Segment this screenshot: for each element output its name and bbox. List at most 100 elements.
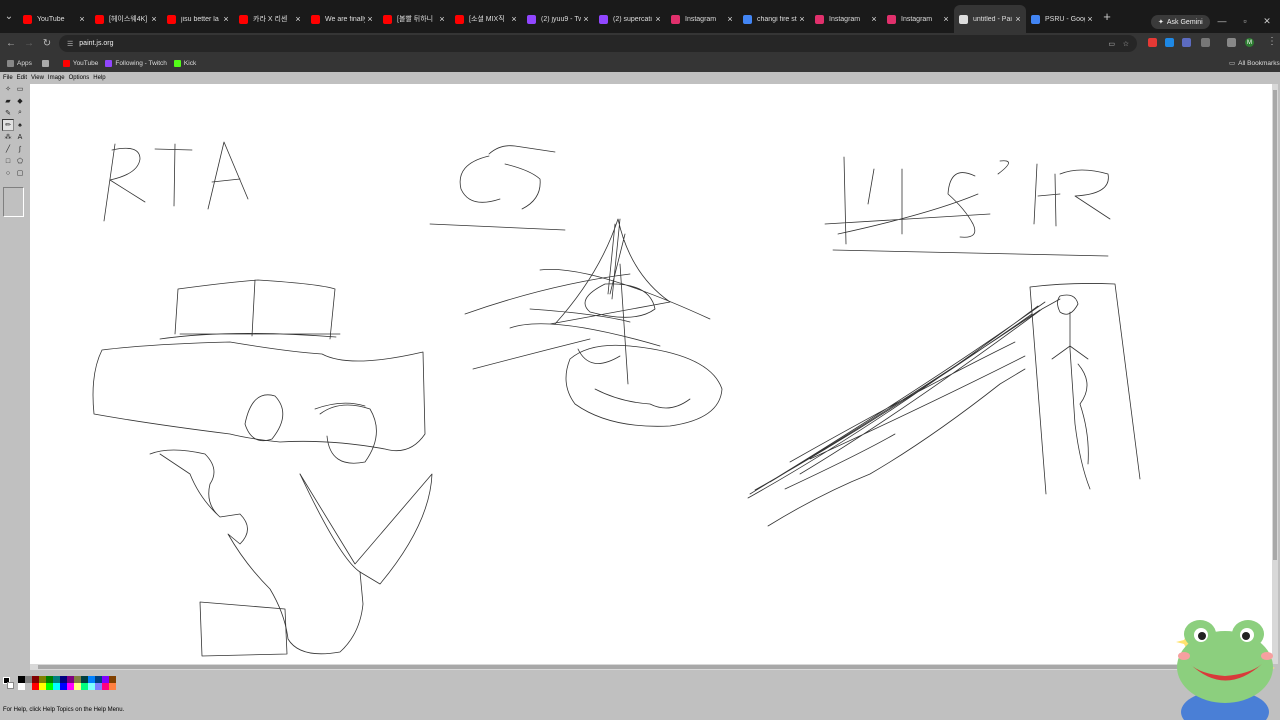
rounded-rect-icon[interactable]: ▢ [14,167,26,179]
brush-icon[interactable]: ♠ [14,119,26,131]
vertical-scrollbar[interactable] [1272,84,1278,664]
color-picker-icon[interactable]: ✎ [2,107,14,119]
color-swatch[interactable] [95,683,102,690]
tab-close-icon[interactable]: × [725,14,735,24]
tab-close-icon[interactable]: × [365,14,375,24]
close-window-icon[interactable]: ✕ [1261,16,1273,27]
scrollbar-thumb[interactable] [38,665,1264,669]
extension-icon[interactable] [1182,38,1191,47]
color-swatch[interactable] [46,683,53,690]
fill-icon[interactable]: ◆ [14,95,26,107]
tab-close-icon[interactable]: × [581,14,591,24]
browser-tab[interactable]: changi fire st × [738,5,810,33]
tab-close-icon[interactable]: × [77,14,87,24]
color-swatch[interactable] [60,683,67,690]
browser-tab[interactable]: (2) jyuu9 - Tw × [522,5,594,33]
tab-close-icon[interactable]: × [869,14,879,24]
menu-image[interactable]: Image [48,75,65,81]
tab-close-icon[interactable]: × [653,14,663,24]
menu-options[interactable]: Options [69,75,90,81]
color-swatch[interactable] [81,683,88,690]
tab-close-icon[interactable]: × [293,14,303,24]
tab-search-icon[interactable]: ⌄ [0,0,18,33]
color-swatch[interactable] [18,676,25,683]
menu-edit[interactable]: Edit [17,75,27,81]
select-icon[interactable]: ▭ [14,83,26,95]
color-swatch[interactable] [88,676,95,683]
color-swatch[interactable] [53,683,60,690]
browser-tab[interactable]: Instagram × [810,5,882,33]
browser-tab[interactable]: YouTube × [18,5,90,33]
color-swatch[interactable] [53,676,60,683]
color-swatch[interactable] [25,676,32,683]
browser-tab[interactable]: jisu better la × [162,5,234,33]
tab-close-icon[interactable]: × [509,14,519,24]
color-swatch[interactable] [74,683,81,690]
rectangle-icon[interactable]: □ [2,155,14,167]
airbrush-icon[interactable]: ⁂ [2,131,14,143]
browser-tab[interactable]: We are finally × [306,5,378,33]
back-icon[interactable]: ← [2,38,20,49]
tab-close-icon[interactable]: × [1013,14,1023,24]
color-swatch[interactable] [67,683,74,690]
tab-close-icon[interactable]: × [149,14,159,24]
bookmark-twitch[interactable]: Following - Twitch [105,59,167,67]
forward-icon[interactable]: → [20,38,38,49]
tab-close-icon[interactable]: × [437,14,447,24]
menu-view[interactable]: View [31,75,44,81]
color-swatch[interactable] [102,676,109,683]
browser-tab[interactable]: Instagram × [882,5,954,33]
browser-tab[interactable]: untitled - Pai × [954,5,1026,33]
extension-icon[interactable] [1165,38,1174,47]
curve-icon[interactable]: ∫ [14,143,26,155]
menu-kebab-icon[interactable]: ⋮ [1263,36,1280,47]
all-bookmarks[interactable]: ▭ All Bookmarks [1229,59,1280,68]
tab-close-icon[interactable]: × [221,14,231,24]
color-swatch[interactable] [32,683,39,690]
polygon-icon[interactable]: ⬠ [14,155,26,167]
media-icon[interactable] [1227,38,1236,47]
color-swatch[interactable] [67,676,74,683]
bookmark-apps[interactable]: Apps [7,59,32,67]
restore-icon[interactable]: ▫ [1239,16,1251,26]
text-icon[interactable]: A [14,131,26,143]
minimize-icon[interactable]: — [1216,16,1228,26]
tool-options-box[interactable] [3,187,24,217]
address-bar[interactable]: ☰ paint.js.org ▭ ☆ [59,35,1137,52]
site-info-icon[interactable]: ☰ [67,40,73,48]
menu-help[interactable]: Help [93,75,105,81]
horizontal-scrollbar[interactable] [30,664,1272,670]
color-swatch[interactable] [74,676,81,683]
color-swatch[interactable] [88,683,95,690]
background-color[interactable] [7,682,14,689]
browser-tab[interactable]: PSRU - Goog × [1026,5,1098,33]
bookmark-star-icon[interactable]: ☆ [1123,40,1129,48]
color-swatch[interactable] [109,683,116,690]
free-select-icon[interactable]: ✧ [2,83,14,95]
bookmark-youtube[interactable]: YouTube [62,59,98,67]
tab-close-icon[interactable]: × [1085,14,1095,24]
reload-icon[interactable]: ↻ [38,38,56,49]
color-swatch[interactable] [81,676,88,683]
current-colors[interactable] [2,676,15,690]
drawing-canvas[interactable] [30,84,1272,664]
browser-tab[interactable]: [볼빨 뒤하니 × [378,5,450,33]
color-swatch[interactable] [18,683,25,690]
browser-tab[interactable]: Instagram × [666,5,738,33]
bookmark-kick[interactable]: Kick [173,59,196,67]
profile-avatar[interactable]: M [1245,38,1254,47]
magnifier-icon[interactable]: ⌕ [14,107,26,119]
color-swatch[interactable] [32,676,39,683]
browser-tab[interactable]: [소셜 MIX직 × [450,5,522,33]
color-swatch[interactable] [25,683,32,690]
browser-tab[interactable]: 카라 X 리센 × [234,5,306,33]
browser-tab[interactable]: [헤이스웨4K] × [90,5,162,33]
extensions-puzzle-icon[interactable] [1201,38,1210,47]
color-swatch[interactable] [39,683,46,690]
menu-file[interactable]: File [3,75,13,81]
line-icon[interactable]: ╱ [2,143,14,155]
install-icon[interactable]: ▭ [1108,40,1115,48]
extension-icon[interactable] [1148,38,1157,47]
tab-close-icon[interactable]: × [941,14,951,24]
color-swatch[interactable] [60,676,67,683]
